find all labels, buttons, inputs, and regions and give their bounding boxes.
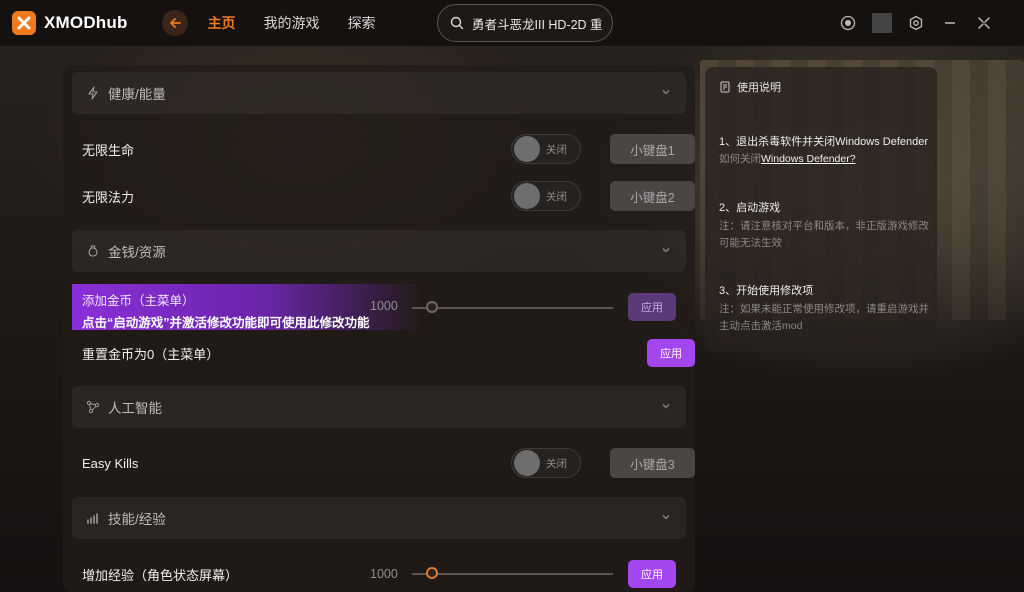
step-2-note: 注：请注意核对平台和版本，非正版游戏修改可能无法生效 xyxy=(719,220,929,249)
slider-track[interactable] xyxy=(412,307,613,309)
toggle-knob xyxy=(514,450,540,476)
top-bar: XMODhub 主页 我的游戏 探索 勇者斗恶龙III HD-2D 重 xyxy=(0,0,1024,46)
mod-row-reset-gold: 重置金币为0（主菜单） 应用 xyxy=(82,338,695,368)
slider-track[interactable] xyxy=(412,573,613,575)
step-3: 3、开始使用修改项 xyxy=(719,285,814,297)
activation-hint: 点击“启动游戏”并激活修改功能即可使用此修改功能 xyxy=(82,316,370,330)
windows-defender-link[interactable]: Windows Defender? xyxy=(761,153,856,165)
fullscreen-icon[interactable] xyxy=(974,13,994,33)
bar-chart-icon xyxy=(87,513,98,524)
mod-label: 无限生命 xyxy=(82,142,135,158)
mod-toggle[interactable]: 关闭 xyxy=(511,134,581,164)
hotkey-button[interactable]: 小键盘3 xyxy=(610,448,695,478)
apply-button[interactable]: 应用 xyxy=(628,560,676,588)
network-icon xyxy=(86,400,100,414)
mod-toggle[interactable]: 关闭 xyxy=(511,448,581,478)
toggle-state: 关闭 xyxy=(546,190,567,203)
back-button[interactable] xyxy=(161,10,188,36)
logo[interactable]: XMODhub xyxy=(12,11,128,35)
chevron-down-icon xyxy=(662,404,670,409)
search-icon xyxy=(450,16,464,30)
mod-label: Easy Kills xyxy=(82,455,139,471)
mod-row-infinite-hp: 无限生命 关闭 小键盘1 xyxy=(82,134,695,164)
step-1: 1、退出杀毒软件并关闭Windows Defender xyxy=(719,136,929,148)
section-header-skills[interactable]: 技能/经验 xyxy=(72,497,686,539)
mod-row-infinite-mp: 无限法力 关闭 小键盘2 xyxy=(82,181,695,211)
section-header-money[interactable]: 金钱/资源 xyxy=(72,230,686,272)
nav-my-games[interactable]: 我的游戏 xyxy=(264,13,320,33)
apply-button[interactable]: 应用 xyxy=(647,339,695,367)
section-title: 技能/经验 xyxy=(108,512,166,527)
step-3-note: 注：如果未能正常使用修改项，请重启游戏并主动点击激活mod xyxy=(719,303,929,332)
chevron-down-icon xyxy=(662,515,670,520)
slider-thumb[interactable] xyxy=(426,567,438,579)
mod-label: 增加经验（角色状态屏幕） xyxy=(82,567,239,583)
chevron-down-icon xyxy=(662,248,670,253)
search-value: 勇者斗恶龙III HD-2D 重 xyxy=(472,17,603,32)
help-prefix: 如何关闭 xyxy=(719,153,761,165)
toggle-knob xyxy=(514,136,540,162)
divider xyxy=(872,13,892,33)
notification-icon[interactable] xyxy=(838,13,858,33)
mod-label: 无限法力 xyxy=(82,189,135,205)
instructions-panel: 使用说明 1、退出杀毒软件并关闭Windows Defender 如何关闭Win… xyxy=(705,67,937,352)
step-2: 2、启动游戏 xyxy=(719,202,781,214)
toggle-knob xyxy=(514,183,540,209)
arrow-left-icon xyxy=(169,18,181,28)
mod-panel: 健康/能量 无限生命 关闭 小键盘1 无限法力 关闭 小键盘2 金钱/资源 添加… xyxy=(63,65,695,592)
section-title: 金钱/资源 xyxy=(108,245,166,260)
mod-toggle[interactable]: 关闭 xyxy=(511,181,581,211)
nav-home[interactable]: 主页 xyxy=(208,13,236,33)
slider-value: 1000 xyxy=(370,299,398,313)
mod-label: 重置金币为0（主菜单） xyxy=(82,346,220,362)
toggle-state: 关闭 xyxy=(546,457,567,470)
settings-icon[interactable] xyxy=(906,13,926,33)
search-input[interactable]: 勇者斗恶龙III HD-2D 重 xyxy=(437,4,613,42)
nav-explore[interactable]: 探索 xyxy=(348,13,376,33)
main-nav: 主页 我的游戏 探索 xyxy=(208,13,404,33)
document-icon xyxy=(720,81,730,93)
toggle-state: 关闭 xyxy=(546,143,567,156)
hotkey-button[interactable]: 小键盘2 xyxy=(610,181,695,211)
section-title: 人工智能 xyxy=(108,401,162,416)
hotkey-button[interactable]: 小键盘1 xyxy=(610,134,695,164)
instructions-header: 使用说明 xyxy=(719,79,923,95)
step-1-help: 如何关闭Windows Defender? xyxy=(719,151,929,168)
brand-name: XMODhub xyxy=(44,13,128,32)
slider-value: 1000 xyxy=(370,567,398,581)
minimize-icon[interactable] xyxy=(940,13,960,33)
instructions-title: 使用说明 xyxy=(737,82,781,94)
lightning-icon xyxy=(88,86,98,100)
money-bag-icon xyxy=(88,245,98,257)
mod-row-easy-kills: Easy Kills 关闭 小键盘3 xyxy=(82,448,695,478)
slider-thumb[interactable] xyxy=(426,301,438,313)
section-header-ai[interactable]: 人工智能 xyxy=(72,386,686,428)
section-header-health[interactable]: 健康/能量 xyxy=(72,72,686,114)
xmod-logo-icon xyxy=(12,11,36,35)
section-title: 健康/能量 xyxy=(108,87,166,102)
apply-button[interactable]: 应用 xyxy=(628,293,676,321)
chevron-down-icon xyxy=(662,90,670,95)
window-controls xyxy=(824,13,994,33)
